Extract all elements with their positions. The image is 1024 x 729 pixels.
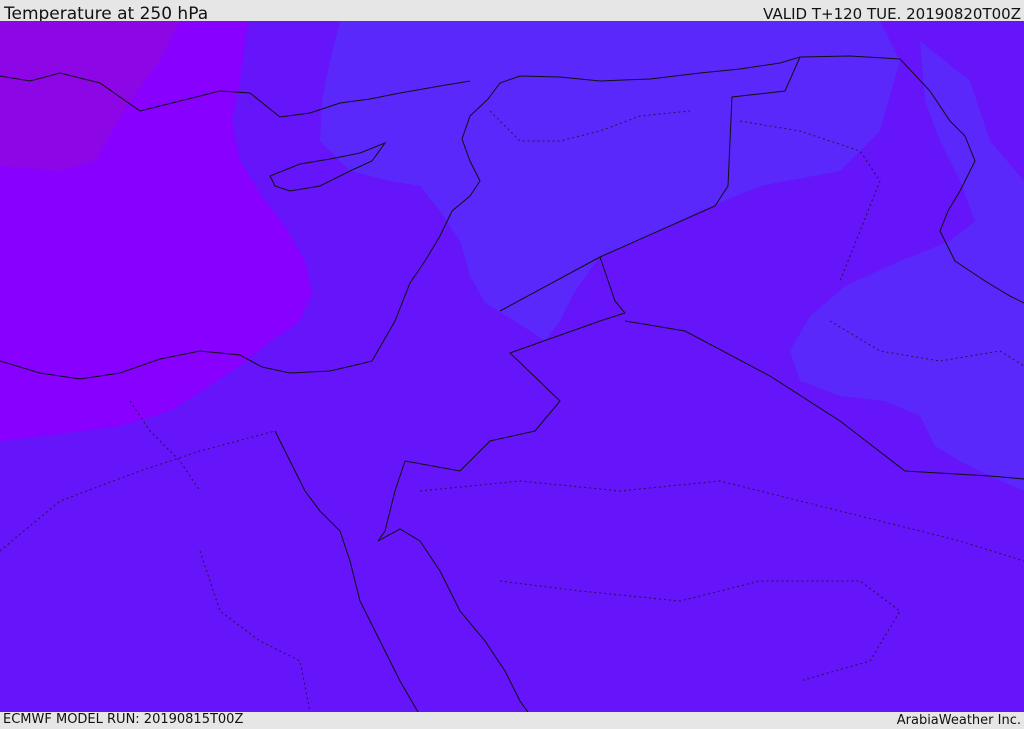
weather-map[interactable]	[0, 21, 1024, 712]
model-run-label: ECMWF MODEL RUN: 20190815T00Z	[3, 712, 244, 727]
temperature-map-svg	[0, 21, 1024, 712]
footer-bar: ECMWF MODEL RUN: 20190815T00Z ArabiaWeat…	[0, 712, 1024, 729]
credit-label: ArabiaWeather Inc.	[896, 713, 1021, 728]
header-bar: Temperature at 250 hPa VALID T+120 TUE. …	[0, 0, 1024, 24]
